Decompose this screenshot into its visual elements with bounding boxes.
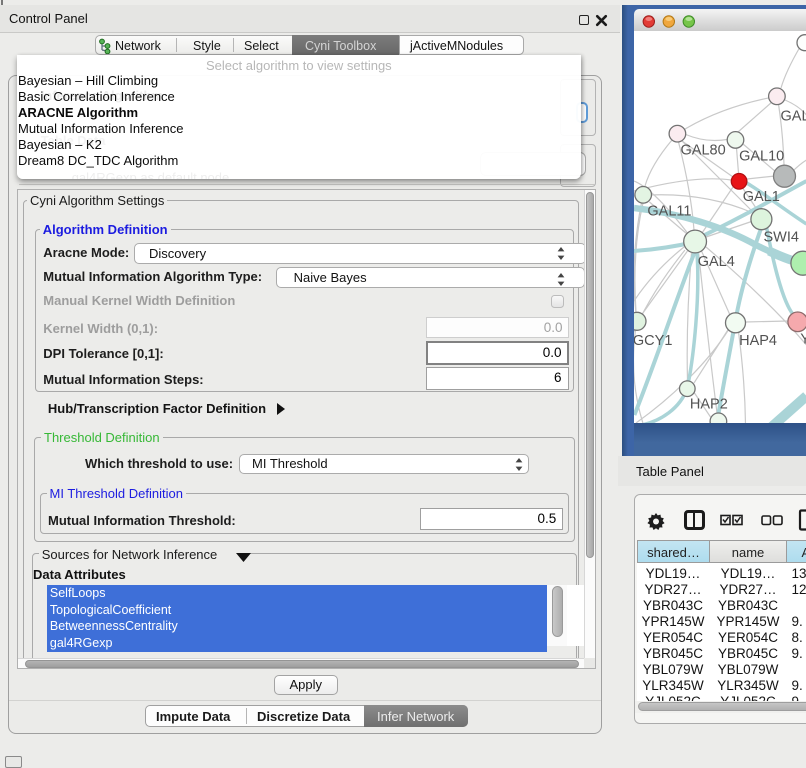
svg-text:GAL80: GAL80 <box>680 142 725 158</box>
svg-text:GAL4: GAL4 <box>697 254 734 270</box>
svg-text:GAL7: GAL7 <box>780 109 806 125</box>
svg-text:HAP2: HAP2 <box>689 396 727 412</box>
svg-text:SWI4: SWI4 <box>763 230 798 246</box>
svg-text:GAL1: GAL1 <box>742 189 779 205</box>
svg-text:GCY1: GCY1 <box>634 333 672 349</box>
svg-text:HAP4: HAP4 <box>739 333 777 349</box>
svg-text:GAL10: GAL10 <box>739 149 784 165</box>
svg-text:Y: Y <box>800 332 806 348</box>
svg-text:GAL11: GAL11 <box>647 204 691 220</box>
